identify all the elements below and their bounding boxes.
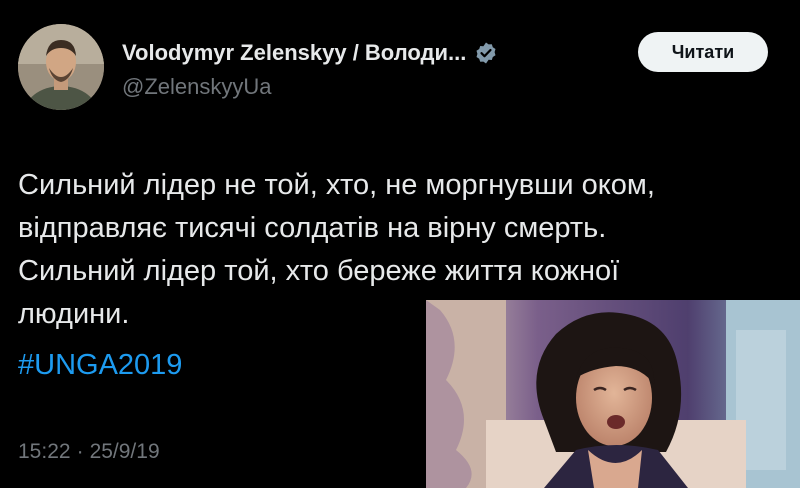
tweet-text-line: Сильний лідер той, хто береже життя кожн… xyxy=(18,255,620,287)
author-handle[interactable]: @ZelenskyyUa xyxy=(122,74,272,100)
timestamp-separator: · xyxy=(76,440,84,463)
tweet-date: 25/9/19 xyxy=(89,440,160,463)
tweet-timestamp[interactable]: 15:22 · 25/9/19 xyxy=(18,440,160,464)
follow-button[interactable]: Читати xyxy=(638,32,768,72)
tweet-card: Volodymyr Zelenskyy / Володи... @Zelensk… xyxy=(0,0,800,488)
author-name-row: Volodymyr Zelenskyy / Володи... xyxy=(122,36,498,70)
verified-badge-icon xyxy=(474,41,498,65)
author-display-name[interactable]: Volodymyr Zelenskyy / Володи... xyxy=(122,40,466,66)
tweet-text-line: відправляє тисячі солдатів на вірну смер… xyxy=(18,212,607,244)
hashtag-link[interactable]: #UNGA2019 xyxy=(18,344,182,387)
tweet-time: 15:22 xyxy=(18,440,71,463)
tweet-text-line: Сильний лідер не той, хто, не моргнувши … xyxy=(18,169,655,201)
reaction-photo xyxy=(426,300,800,488)
author-avatar[interactable] xyxy=(18,24,104,110)
